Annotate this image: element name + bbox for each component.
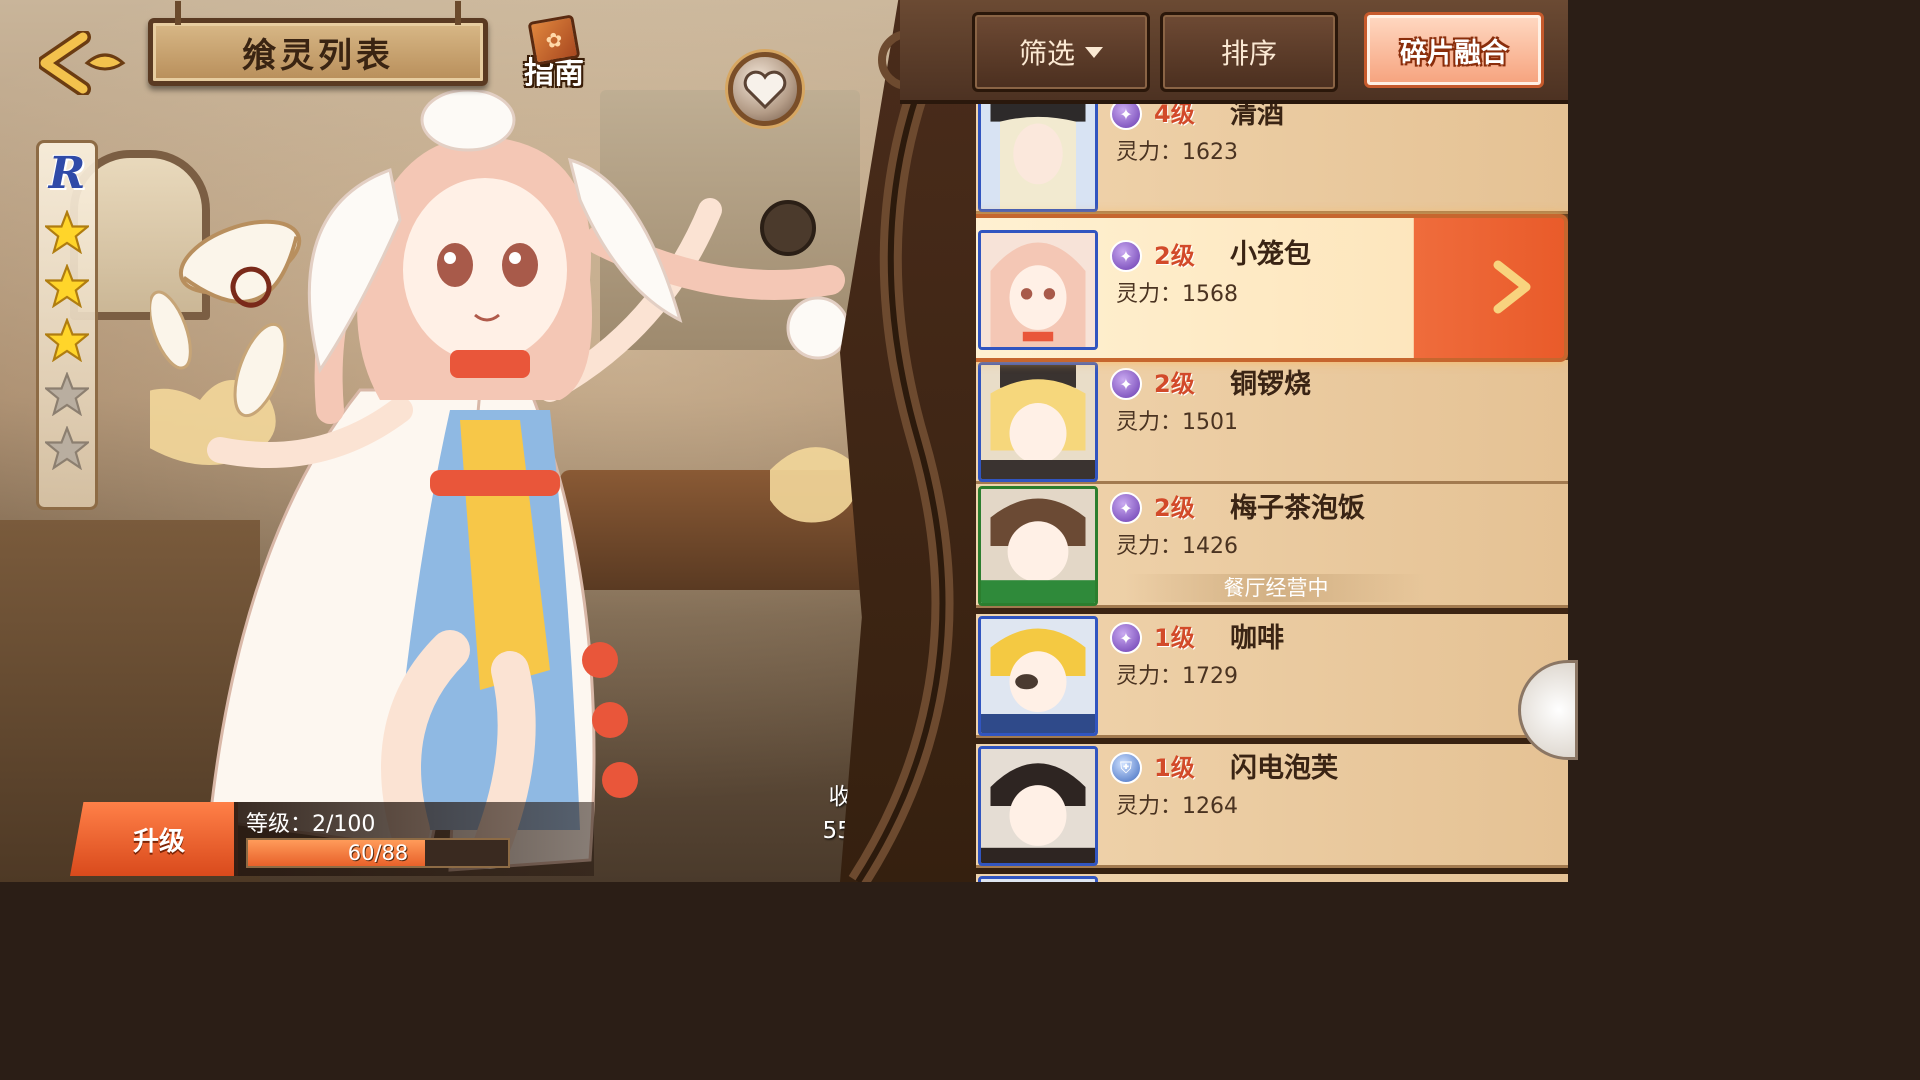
level-panel: 等级：2/100 60/88	[234, 802, 594, 876]
guide-button[interactable]: ✿ 指南	[514, 14, 594, 91]
rarity-panel: R	[36, 140, 98, 510]
power-value: 灵力：1729	[1116, 664, 1238, 689]
rope-left	[175, 1, 181, 25]
chevron-right-icon[interactable]	[1482, 252, 1542, 322]
fragment-fusion-label: 碎片融合	[1400, 37, 1508, 69]
portrait	[978, 746, 1098, 866]
list-item[interactable]: ✦ 1级 咖啡 灵力：1729	[976, 614, 1568, 738]
page-title: 飨灵列表	[242, 35, 394, 76]
star-badge-icon: ✦	[1110, 368, 1142, 400]
portrait	[978, 616, 1098, 736]
level-text: 等级：2/100	[246, 812, 376, 837]
level-label: 2级	[1154, 242, 1195, 270]
star-badge-icon: ✦	[1110, 492, 1142, 524]
exp-bar: 60/88	[246, 838, 510, 868]
back-arrow-icon	[39, 31, 126, 95]
exp-text: 60/88	[347, 841, 409, 865]
upgrade-button[interactable]: 升级	[70, 802, 238, 876]
power-value: 灵力：1501	[1116, 410, 1238, 435]
portrait	[978, 230, 1098, 350]
level-label: 1级	[1154, 754, 1195, 782]
level-label: 1级	[1154, 624, 1195, 652]
upgrade-label: 升级	[132, 826, 185, 857]
character-name: 铜锣烧	[1230, 369, 1311, 400]
list-item[interactable]: ✦ 2级 铜锣烧 灵力：1501	[976, 360, 1568, 484]
character-name: 小笼包	[1230, 239, 1311, 270]
list-item[interactable]: ✦ 2级 梅子茶泡饭 灵力：1426 餐厅经营中	[976, 484, 1568, 608]
character-name: 梅子茶泡饭	[1230, 493, 1365, 524]
status-badge: 餐厅经营中	[1126, 574, 1426, 602]
star-badge-icon: ✦	[1110, 622, 1142, 654]
power-value: 灵力：1426	[1116, 534, 1238, 559]
list-item[interactable]: ⛨ 1级 闪电泡芙 灵力：1264	[976, 744, 1568, 868]
star-filled-icon	[45, 210, 89, 254]
power-value: 灵力：1264	[1116, 794, 1238, 819]
star-badge-icon: ✦	[1110, 104, 1142, 130]
shield-badge-icon: ⛨	[1110, 752, 1142, 784]
filter-button[interactable]: 筛选	[972, 12, 1150, 92]
title-plank: 飨灵列表	[148, 1, 488, 86]
favorite-button[interactable]	[728, 52, 802, 126]
level-label: 2级	[1154, 370, 1195, 398]
list-item[interactable]: ✦ 4级 清酒 灵力：1623	[976, 104, 1568, 214]
character-artwork	[110, 88, 870, 882]
portrait	[978, 104, 1098, 212]
portrait	[978, 876, 1098, 882]
sort-label: 排序	[1220, 37, 1277, 70]
back-button[interactable]	[38, 28, 130, 98]
star-filled-icon	[45, 264, 89, 308]
star-empty-icon	[45, 426, 89, 470]
rope-right	[455, 1, 461, 25]
guide-book-icon: ✿	[527, 14, 581, 66]
filter-label: 筛选	[1018, 37, 1075, 70]
power-value: 灵力：1568	[1116, 282, 1238, 307]
list-item-selected[interactable]: ✦ 2级 小笼包 灵力：1568	[976, 214, 1568, 362]
dropdown-arrow-icon	[1085, 46, 1103, 58]
fragment-fusion-button[interactable]: 碎片融合	[1364, 12, 1544, 88]
portrait	[978, 362, 1098, 482]
level-label: 2级	[1154, 494, 1195, 522]
power-value: 灵力：1623	[1116, 140, 1238, 165]
sort-button[interactable]: 排序	[1160, 12, 1338, 92]
star-badge-icon: ✦	[1110, 240, 1142, 272]
list-item-partial[interactable]	[976, 874, 1568, 882]
heart-icon	[743, 70, 787, 109]
character-name: 咖啡	[1230, 623, 1284, 654]
character-list[interactable]: ✦ 4级 清酒 灵力：1623 ✦ 2级 小笼包 灵力：1568 ✦ 2级 铜锣…	[976, 104, 1568, 882]
star-empty-icon	[45, 372, 89, 416]
rarity-letter: R	[48, 148, 86, 199]
level-label: 4级	[1154, 104, 1195, 128]
character-name: 清酒	[1230, 104, 1284, 130]
portrait	[978, 486, 1098, 606]
star-filled-icon	[45, 318, 89, 362]
character-name: 闪电泡芙	[1230, 753, 1338, 784]
